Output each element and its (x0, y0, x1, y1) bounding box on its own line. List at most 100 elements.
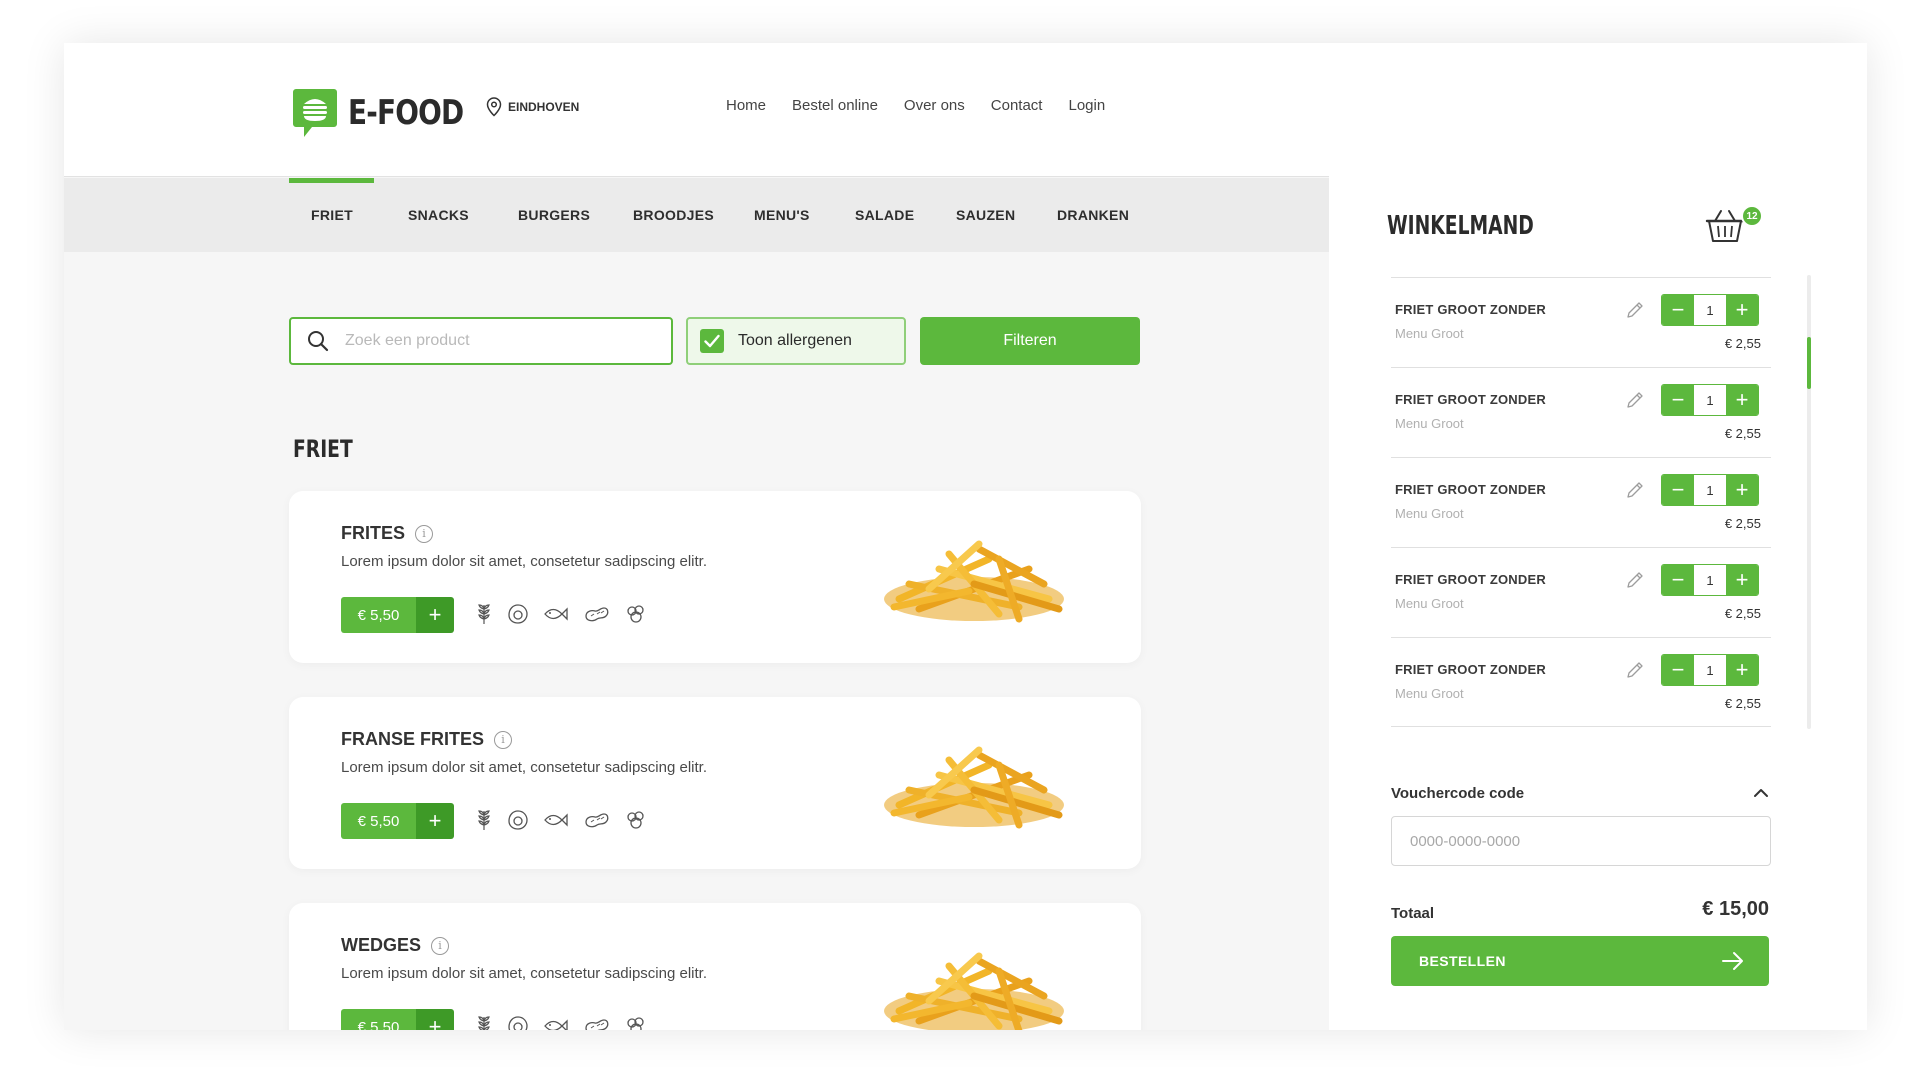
egg-icon (508, 604, 528, 624)
cart-item-price: € 2,55 (1724, 606, 1761, 621)
cart-item-price: € 2,55 (1724, 516, 1761, 531)
add-to-cart-button[interactable]: € 5,50 + (341, 597, 454, 633)
plus-icon: + (416, 803, 454, 839)
plus-button[interactable]: + (1726, 475, 1758, 505)
tab-burgers[interactable]: BURGERS (518, 178, 590, 252)
minus-button[interactable]: − (1662, 565, 1694, 595)
cart-item-name: FRIET GROOT ZONDER (1395, 302, 1546, 317)
top-navigation: Home Bestel online Over ons Contact Logi… (726, 97, 1105, 114)
nav-bestel-online[interactable]: Bestel online (792, 97, 878, 114)
minus-button[interactable]: − (1662, 295, 1694, 325)
search-box (289, 317, 673, 365)
location-selector[interactable]: EINDHOVEN (486, 97, 579, 117)
cart-panel: WINKELMAND 12 FRIET GROOT ZONDER Menu Gr… (1329, 43, 1867, 1030)
tab-broodjes[interactable]: BROODJES (633, 178, 714, 252)
search-input[interactable] (345, 332, 645, 350)
brand-name: E-FOOD (348, 93, 464, 133)
logo[interactable]: E-FOOD (292, 87, 489, 139)
allergen-label: Toon allergenen (738, 332, 852, 349)
cart-item-sub: Menu Groot (1395, 686, 1464, 701)
add-to-cart-button[interactable]: € 5,50 + (341, 1009, 454, 1030)
peanut-icon (585, 813, 609, 828)
product-name-row: WEDGES i (341, 935, 450, 956)
allergen-toggle[interactable]: Toon allergenen (686, 317, 906, 365)
app-window: E-FOOD EINDHOVEN Home Bestel online Over… (64, 43, 1867, 1030)
nav-home[interactable]: Home (726, 97, 766, 114)
tab-friet[interactable]: FRIET (289, 178, 374, 252)
wheat-icon (478, 1016, 490, 1030)
nav-login[interactable]: Login (1068, 97, 1105, 114)
tab-snacks[interactable]: SNACKS (408, 178, 469, 252)
plus-button[interactable]: + (1726, 655, 1758, 685)
cart-item-sub: Menu Groot (1395, 506, 1464, 521)
soy-icon (627, 811, 644, 829)
basket-icon[interactable] (1703, 203, 1747, 247)
allergen-checkbox[interactable] (700, 329, 724, 353)
cart-title: WINKELMAND (1387, 211, 1534, 241)
allergen-icons (475, 809, 647, 831)
cart-list: FRIET GROOT ZONDER Menu Groot − + € 2,55… (1391, 277, 1771, 727)
order-button-label: BESTELLEN (1419, 953, 1506, 969)
tab-dranken[interactable]: DRANKEN (1057, 178, 1129, 252)
chevron-up-icon[interactable] (1753, 787, 1769, 799)
plus-button[interactable]: + (1726, 295, 1758, 325)
quantity-stepper: − + (1661, 654, 1759, 686)
minus-button[interactable]: − (1662, 385, 1694, 415)
pencil-icon[interactable] (1625, 390, 1645, 410)
info-icon[interactable]: i (494, 730, 513, 749)
fries-image (879, 529, 1069, 629)
product-price: € 5,50 (341, 803, 416, 839)
peanut-icon (585, 1019, 609, 1030)
tab-salade[interactable]: SALADE (855, 178, 914, 252)
quantity-input[interactable] (1694, 565, 1726, 595)
info-icon[interactable]: i (415, 524, 434, 543)
product-name: WEDGES (341, 935, 422, 955)
nav-contact[interactable]: Contact (991, 97, 1043, 114)
minus-button[interactable]: − (1662, 655, 1694, 685)
fish-icon (544, 607, 568, 621)
voucher-input[interactable] (1391, 816, 1771, 866)
minus-button[interactable]: − (1662, 475, 1694, 505)
tab-menus[interactable]: MENU'S (754, 178, 810, 252)
cart-item-price: € 2,55 (1724, 336, 1761, 351)
wheat-icon (478, 810, 490, 830)
pencil-icon[interactable] (1625, 660, 1645, 680)
total-label: Totaal (1391, 905, 1435, 922)
tab-sauzen[interactable]: SAUZEN (956, 178, 1015, 252)
pencil-icon[interactable] (1625, 300, 1645, 320)
location-label: EINDHOVEN (508, 100, 580, 114)
plus-button[interactable]: + (1726, 565, 1758, 595)
cart-item: FRIET GROOT ZONDER Menu Groot − + € 2,55 (1391, 277, 1771, 367)
product-description: Lorem ipsum dolor sit amet, consetetur s… (341, 553, 707, 570)
add-to-cart-button[interactable]: € 5,50 + (341, 803, 454, 839)
cart-item-name: FRIET GROOT ZONDER (1395, 392, 1546, 407)
info-icon[interactable]: i (431, 936, 450, 955)
nav-over-ons[interactable]: Over ons (904, 97, 965, 114)
main-content: E-FOOD EINDHOVEN Home Bestel online Over… (64, 43, 1329, 1030)
quantity-input[interactable] (1694, 295, 1726, 325)
fish-icon (544, 813, 568, 827)
quantity-input[interactable] (1694, 475, 1726, 505)
quantity-input[interactable] (1694, 655, 1726, 685)
logo-burger-icon (292, 87, 338, 139)
quantity-stepper: − + (1661, 564, 1759, 596)
cart-item-price: € 2,55 (1724, 426, 1761, 441)
cart-item-name: FRIET GROOT ZONDER (1395, 482, 1546, 497)
cart-item: FRIET GROOT ZONDER Menu Groot − + € 2,55 (1391, 637, 1771, 727)
total-value: € 15,00 (1702, 898, 1769, 920)
cart-scrollbar-thumb[interactable] (1807, 337, 1811, 389)
search-icon (308, 331, 329, 352)
filter-button[interactable]: Filteren (920, 317, 1140, 365)
quantity-stepper: − + (1661, 384, 1759, 416)
pencil-icon[interactable] (1625, 570, 1645, 590)
quantity-input[interactable] (1694, 385, 1726, 415)
cart-item: FRIET GROOT ZONDER Menu Groot − + € 2,55 (1391, 367, 1771, 457)
product-price: € 5,50 (341, 1009, 416, 1030)
product-name: FRITES (341, 523, 406, 543)
plus-button[interactable]: + (1726, 385, 1758, 415)
peanut-icon (585, 607, 609, 622)
category-bar: FRIET SNACKS BURGERS BROODJES MENU'S SAL… (64, 178, 1329, 252)
order-button[interactable]: BESTELLEN (1391, 936, 1769, 986)
pencil-icon[interactable] (1625, 480, 1645, 500)
plus-icon: + (416, 597, 454, 633)
